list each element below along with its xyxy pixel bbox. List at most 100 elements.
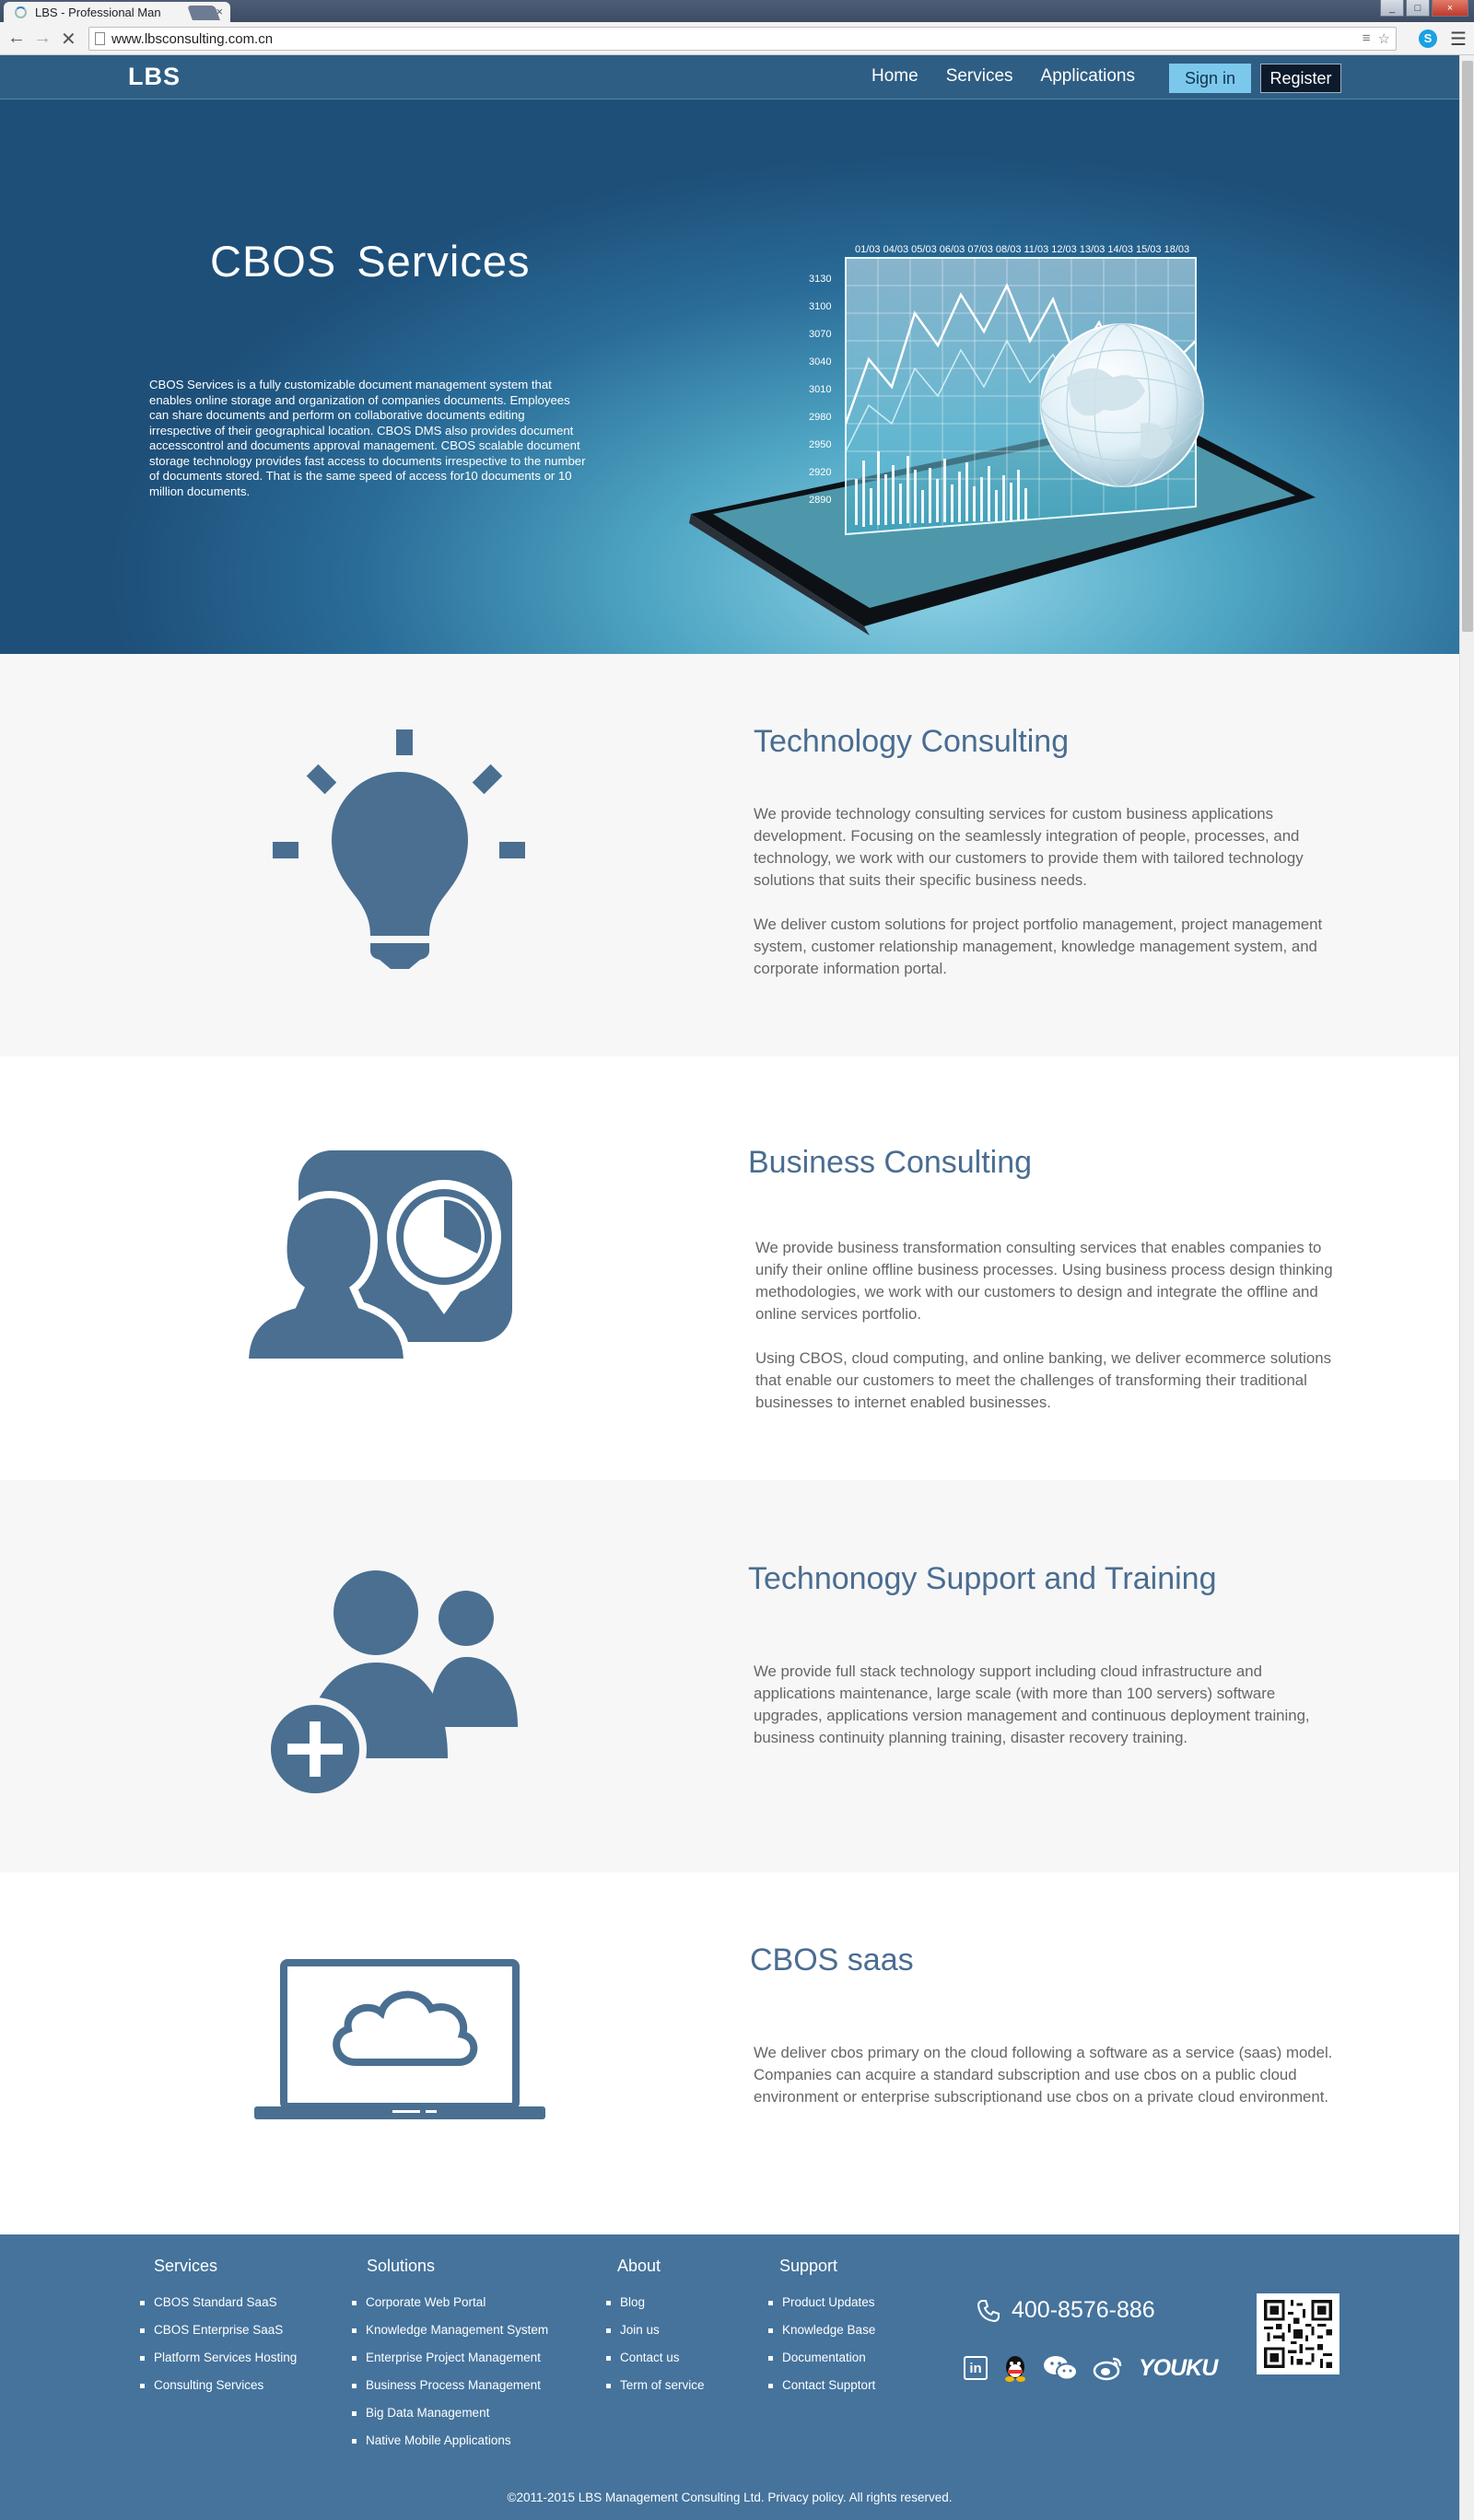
svg-text:2980: 2980 <box>809 412 831 423</box>
new-tab-button[interactable] <box>187 6 220 20</box>
sign-in-button[interactable]: Sign in <box>1169 64 1251 93</box>
maximize-button[interactable]: □ <box>1406 0 1430 17</box>
footer-link[interactable]: Big Data Management <box>352 2406 548 2433</box>
footer-link[interactable]: Consulting Services <box>140 2378 297 2406</box>
footer-link[interactable]: Knowledge Base <box>768 2323 875 2351</box>
footer-heading: Solutions <box>367 2257 436 2275</box>
footer-link[interactable]: Business Process Management <box>352 2378 548 2406</box>
footer-heading: Support <box>779 2257 838 2275</box>
footer-link[interactable]: Blog <box>606 2295 705 2323</box>
footer-link[interactable]: CBOS Standard SaaS <box>140 2295 297 2323</box>
footer-column-about: About Blog Join us Contact us Term of se… <box>606 2257 705 2406</box>
site-logo[interactable]: LBS <box>128 63 181 91</box>
footer-link[interactable]: Product Updates <box>768 2295 875 2323</box>
minimize-button[interactable]: _ <box>1380 0 1404 17</box>
footer-column-support: Support Product Updates Knowledge Base D… <box>768 2257 875 2406</box>
chart-date-labels: 01/03 04/03 05/03 06/03 07/03 08/03 11/0… <box>855 244 1189 255</box>
service-paragraph: We provide business transformation consu… <box>755 1239 1333 1323</box>
footer-link[interactable]: Contact Supptort <box>768 2378 875 2406</box>
footer-link[interactable]: Term of service <box>606 2378 705 2406</box>
footer-link[interactable]: Enterprise Project Management <box>352 2351 548 2378</box>
site-footer: Services CBOS Standard SaaS CBOS Enterpr… <box>0 2234 1459 2520</box>
hero-banner: CBOS Services CBOS Services is a fully c… <box>0 99 1459 654</box>
section-cbos-saas: CBOS saas We deliver cbos primary on the… <box>0 1872 1459 2234</box>
footer-heading: About <box>617 2257 661 2275</box>
svg-text:3040: 3040 <box>809 356 831 368</box>
translate-icon[interactable]: ≡ <box>1363 30 1371 47</box>
url-text: www.lbsconsulting.com.cn <box>111 31 274 47</box>
footer-link[interactable]: Contact us <box>606 2351 705 2378</box>
weibo-icon[interactable] <box>1093 2355 1124 2381</box>
social-links: in YOUKU <box>964 2354 1218 2382</box>
hero-title: CBOS Services <box>210 237 531 286</box>
footer-column-solutions: Solutions Corporate Web Portal Knowledge… <box>352 2257 548 2461</box>
footer-link[interactable]: Documentation <box>768 2351 875 2378</box>
forward-arrow-icon[interactable]: → <box>33 28 52 49</box>
section-business-consulting: Business Consulting We provide business … <box>0 1056 1459 1480</box>
add-users-icon <box>267 1570 518 1801</box>
svg-text:3070: 3070 <box>809 329 831 340</box>
service-paragraph: We provide technology consulting service… <box>754 805 1304 889</box>
section-support-training: Technonogy Support and Training We provi… <box>0 1480 1459 1872</box>
svg-text:3100: 3100 <box>809 301 831 312</box>
business-consulting-icon <box>245 1150 512 1366</box>
footer-link[interactable]: Corporate Web Portal <box>352 2295 548 2323</box>
footer-link[interactable]: Native Mobile Applications <box>352 2433 548 2461</box>
service-title: Technonogy Support and Training <box>748 1561 1217 1596</box>
nav-services[interactable]: Services <box>946 66 1013 87</box>
phone-number: 400-8576-886 <box>1012 2297 1155 2323</box>
tablet-chart-illustration: 01/03 04/03 05/03 06/03 07/03 08/03 11/0… <box>689 244 1316 636</box>
service-paragraph: We provide full stack technology support… <box>754 1662 1310 1746</box>
copyright-text: ©2011-2015 LBS Management Consulting Ltd… <box>507 2491 953 2504</box>
footer-link[interactable]: CBOS Enterprise SaaS <box>140 2323 297 2351</box>
footer-link[interactable]: Join us <box>606 2323 705 2351</box>
browser-menu-icon[interactable]: ☰ <box>1450 28 1467 51</box>
laptop-cloud-icon <box>254 1959 545 2119</box>
nav-home[interactable]: Home <box>872 66 918 87</box>
stop-loading-icon[interactable]: ✕ <box>61 28 76 51</box>
svg-text:2890: 2890 <box>809 495 831 506</box>
nav-applications[interactable]: Applications <box>1041 66 1135 87</box>
loading-spinner-icon <box>15 6 27 18</box>
close-window-button[interactable]: × <box>1432 0 1468 17</box>
footer-link[interactable]: Knowledge Management System <box>352 2323 548 2351</box>
wechat-icon[interactable] <box>1043 2354 1078 2382</box>
contact-phone[interactable]: 400-8576-886 <box>977 2297 1155 2324</box>
service-title: Business Consulting <box>748 1145 1033 1180</box>
back-arrow-icon[interactable]: ← <box>7 28 26 49</box>
browser-toolbar: ← → ✕ www.lbsconsulting.com.cn ≡ ☆ S ☰ <box>0 22 1474 55</box>
scrollbar-thumb[interactable] <box>1462 61 1473 632</box>
footer-link[interactable]: Platform Services Hosting <box>140 2351 297 2378</box>
qr-code <box>1257 2293 1339 2374</box>
qq-icon[interactable] <box>1002 2354 1028 2382</box>
svg-text:3010: 3010 <box>809 384 831 395</box>
footer-heading: Services <box>154 2257 218 2275</box>
linkedin-icon[interactable]: in <box>964 2356 988 2380</box>
site-header: LBS Home Services Applications Sign in R… <box>0 55 1459 99</box>
youku-icon[interactable]: YOUKU <box>1139 2355 1218 2382</box>
footer-column-services: Services CBOS Standard SaaS CBOS Enterpr… <box>140 2257 297 2406</box>
globe-icon <box>1040 323 1204 487</box>
page-icon <box>95 32 105 45</box>
register-button[interactable]: Register <box>1260 64 1341 93</box>
service-paragraph: Using CBOS, cloud computing, and online … <box>755 1349 1331 1411</box>
address-bar[interactable]: www.lbsconsulting.com.cn ≡ ☆ <box>88 27 1397 51</box>
section-technology-consulting: Technology Consulting We provide technol… <box>0 654 1459 1056</box>
service-title: CBOS saas <box>750 1942 914 1978</box>
phone-icon <box>977 2299 1000 2322</box>
bookmark-star-icon[interactable]: ☆ <box>1378 30 1390 47</box>
svg-text:2950: 2950 <box>809 439 831 450</box>
service-title: Technology Consulting <box>754 724 1070 759</box>
window-controls: _ □ × <box>1380 0 1468 17</box>
hero-description: CBOS Services is a fully customizable do… <box>149 378 586 498</box>
svg-text:3130: 3130 <box>809 274 831 285</box>
service-paragraph: We deliver cbos primary on the cloud fol… <box>754 2044 1333 2106</box>
page-scrollbar[interactable] <box>1459 55 1474 2520</box>
skype-extension-icon[interactable]: S <box>1419 29 1437 48</box>
service-paragraph: We deliver custom solutions for project … <box>754 916 1323 977</box>
main-nav: Home Services Applications <box>872 66 1163 87</box>
svg-text:2920: 2920 <box>809 467 831 478</box>
lightbulb-icon <box>273 729 525 969</box>
browser-tab-strip: LBS - Professional Man × _ □ × <box>0 0 1474 22</box>
tab-title: LBS - Professional Man <box>35 6 161 19</box>
